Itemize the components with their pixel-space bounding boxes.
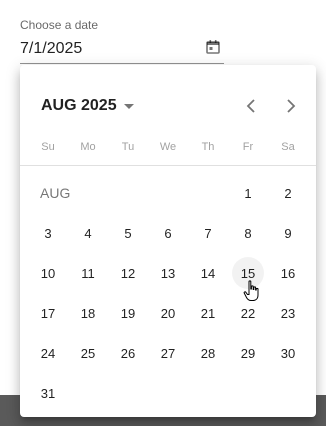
- day-9[interactable]: 9: [272, 217, 304, 249]
- day-cell[interactable]: 26: [108, 333, 148, 373]
- next-month-button[interactable]: [279, 94, 303, 118]
- caret-down-icon: [123, 103, 134, 109]
- day-cell[interactable]: 12: [108, 253, 148, 293]
- day-cell[interactable]: 8: [228, 213, 268, 253]
- day-cell[interactable]: 11: [68, 253, 108, 293]
- day-cell[interactable]: 21: [188, 293, 228, 333]
- day-cell[interactable]: 7: [188, 213, 228, 253]
- day-23[interactable]: 23: [272, 297, 304, 329]
- day-cell[interactable]: 16: [268, 253, 308, 293]
- weekday-label: Sa: [281, 141, 295, 153]
- day-cell[interactable]: 29: [228, 333, 268, 373]
- period-button[interactable]: AUG 2025: [41, 94, 134, 118]
- day-cell[interactable]: 18: [68, 293, 108, 333]
- day-26[interactable]: 26: [112, 337, 144, 369]
- previous-month-button[interactable]: [239, 94, 263, 118]
- day-cell[interactable]: 23: [268, 293, 308, 333]
- week-row: 3456789: [28, 213, 308, 253]
- month-label: AUG: [40, 185, 71, 201]
- day-3[interactable]: 3: [32, 217, 64, 249]
- day-25[interactable]: 25: [72, 337, 104, 369]
- day-cell[interactable]: 17: [28, 293, 68, 333]
- day-cell[interactable]: 4: [68, 213, 108, 253]
- empty-cell: [228, 373, 268, 413]
- day-18[interactable]: 18: [72, 297, 104, 329]
- day-cell[interactable]: 5: [108, 213, 148, 253]
- empty-cell: [108, 373, 148, 413]
- week-row: 31: [28, 373, 308, 413]
- day-12[interactable]: 12: [112, 257, 144, 289]
- day-27[interactable]: 27: [152, 337, 184, 369]
- weekday-label: Th: [201, 141, 215, 153]
- day-4[interactable]: 4: [72, 217, 104, 249]
- empty-cell: [68, 373, 108, 413]
- day-22[interactable]: 22: [232, 297, 264, 329]
- empty-cell: [148, 373, 188, 413]
- day-1[interactable]: 1: [232, 177, 264, 209]
- day-31[interactable]: 31: [32, 377, 64, 409]
- day-cell[interactable]: 27: [148, 333, 188, 373]
- empty-cell: [268, 373, 308, 413]
- empty-cell: [188, 373, 228, 413]
- day-cell[interactable]: 25: [68, 333, 108, 373]
- day-cell[interactable]: 31: [28, 373, 68, 413]
- day-cell[interactable]: 30: [268, 333, 308, 373]
- chevron-right-icon: [287, 99, 296, 113]
- day-20[interactable]: 20: [152, 297, 184, 329]
- day-cell[interactable]: 15: [228, 253, 268, 293]
- day-15[interactable]: 15: [232, 257, 264, 289]
- day-28[interactable]: 28: [192, 337, 224, 369]
- day-cell[interactable]: 9: [268, 213, 308, 253]
- date-field[interactable]: Choose a date: [20, 14, 224, 65]
- date-field-label: Choose a date: [20, 18, 99, 32]
- weekday-header: Su Mo Tu We Th Fr Sa: [28, 137, 308, 157]
- weekday-label: Fr: [242, 141, 254, 153]
- day-30[interactable]: 30: [272, 337, 304, 369]
- day-17[interactable]: 17: [32, 297, 64, 329]
- day-6[interactable]: 6: [152, 217, 184, 249]
- weekday-label: Tu: [121, 141, 135, 153]
- day-14[interactable]: 14: [192, 257, 224, 289]
- day-cell[interactable]: 2: [268, 173, 308, 213]
- header-divider: [20, 165, 316, 166]
- date-input[interactable]: [20, 38, 196, 60]
- day-cell[interactable]: 24: [28, 333, 68, 373]
- weekday-label: We: [159, 141, 177, 153]
- day-8[interactable]: 8: [232, 217, 264, 249]
- day-11[interactable]: 11: [72, 257, 104, 289]
- day-cell[interactable]: 28: [188, 333, 228, 373]
- day-cell[interactable]: 14: [188, 253, 228, 293]
- day-cell[interactable]: 20: [148, 293, 188, 333]
- day-cell[interactable]: 3: [28, 213, 68, 253]
- day-cell[interactable]: 10: [28, 253, 68, 293]
- calendar-grid: AUG 1 2 3 4 5 6 7 8 9 10 11 12 13 14 15 16 17 18 19 20 21 22 23…: [28, 173, 308, 413]
- day-2[interactable]: 2: [272, 177, 304, 209]
- day-13[interactable]: 13: [152, 257, 184, 289]
- day-16[interactable]: 16: [272, 257, 304, 289]
- day-7[interactable]: 7: [192, 217, 224, 249]
- day-cell[interactable]: 22: [228, 293, 268, 333]
- weekday-label: Su: [41, 141, 55, 153]
- day-cell[interactable]: 13: [148, 253, 188, 293]
- month-label-row: AUG 1 2: [28, 173, 308, 213]
- day-5[interactable]: 5: [112, 217, 144, 249]
- week-row: 17 18 19 20 21 22 23: [28, 293, 308, 333]
- day-29[interactable]: 29: [232, 337, 264, 369]
- period-label: AUG 2025: [41, 97, 117, 114]
- day-cell[interactable]: 19: [108, 293, 148, 333]
- week-row: 10 11 12 13 14 15 16: [28, 253, 308, 293]
- calendar-icon[interactable]: [204, 38, 222, 56]
- day-cell[interactable]: 1: [228, 173, 268, 213]
- day-10[interactable]: 10: [32, 257, 64, 289]
- day-19[interactable]: 19: [112, 297, 144, 329]
- day-21[interactable]: 21: [192, 297, 224, 329]
- week-row: 24 25 26 27 28 29 30: [28, 333, 308, 373]
- calendar-popup: AUG 2025 Su Mo Tu We Th Fr Sa AUG 1 2 3 4 5 6 7…: [20, 65, 316, 417]
- weekday-label: Mo: [80, 141, 96, 153]
- day-24[interactable]: 24: [32, 337, 64, 369]
- chevron-left-icon: [246, 99, 255, 113]
- date-field-underline: [20, 63, 224, 64]
- day-cell[interactable]: 6: [148, 213, 188, 253]
